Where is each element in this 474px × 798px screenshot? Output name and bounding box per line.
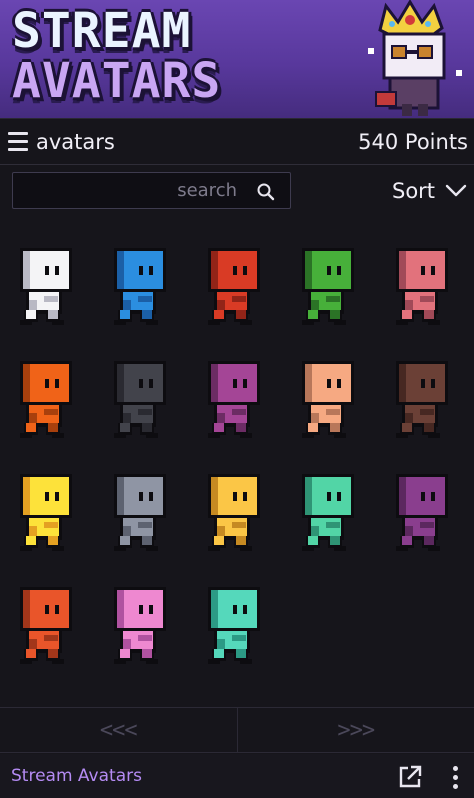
avatar-tile[interactable] — [200, 472, 274, 562]
hamburger-icon[interactable] — [2, 118, 34, 165]
chevron-down-icon — [445, 184, 467, 197]
avatar-sprite — [302, 474, 354, 551]
avatar-tile[interactable] — [12, 472, 86, 562]
avatar-sprite — [396, 474, 448, 551]
app-banner: STREAM AVATARS — [0, 0, 474, 118]
search-icon[interactable] — [256, 182, 276, 202]
points-balance: 540 Points — [358, 129, 468, 154]
avatar-tile[interactable] — [388, 246, 462, 336]
avatar-sprite — [114, 587, 166, 664]
avatar-sprite — [302, 248, 354, 325]
avatar-sprite — [20, 361, 72, 438]
avatar-sprite — [20, 587, 72, 664]
avatar-tile[interactable] — [106, 472, 180, 562]
avatar-sprite — [208, 474, 260, 551]
prev-page-button[interactable]: <<< — [0, 708, 237, 752]
avatar-tile[interactable] — [12, 585, 86, 675]
avatar-sprite — [302, 361, 354, 438]
next-page-button[interactable]: >>> — [236, 708, 474, 752]
avatar-sprite — [396, 248, 448, 325]
avatar-tile[interactable] — [388, 472, 462, 562]
kebab-menu-icon[interactable] — [446, 763, 464, 791]
pagination: <<< >>> — [0, 707, 474, 753]
avatar-tile[interactable] — [106, 585, 180, 675]
avatar-sprite — [208, 361, 260, 438]
avatar-tile[interactable] — [200, 585, 274, 675]
popout-icon[interactable] — [397, 764, 423, 790]
footer-title: Stream Avatars — [11, 766, 142, 786]
avatar-tile[interactable] — [106, 246, 180, 336]
avatar-sprite — [20, 248, 72, 325]
page-title: avatars — [36, 129, 115, 154]
avatar-tile[interactable] — [12, 359, 86, 449]
top-bar: avatars 540 Points — [0, 118, 474, 165]
avatar-tile[interactable] — [12, 246, 86, 336]
avatar-tile[interactable] — [294, 246, 368, 336]
stream-avatars-logo: STREAM AVATARS — [12, 6, 221, 106]
avatar-tile[interactable] — [294, 472, 368, 562]
avatar-sprite — [208, 248, 260, 325]
search-input[interactable] — [13, 173, 241, 208]
king-mascot-image — [368, 0, 462, 116]
avatar-sprite — [208, 587, 260, 664]
sort-button[interactable]: Sort — [392, 176, 467, 206]
logo-line-2: AVATARS — [12, 53, 222, 109]
avatar-sprite — [396, 361, 448, 438]
avatar-tile[interactable] — [388, 359, 462, 449]
search-box — [12, 172, 291, 209]
avatar-grid — [0, 216, 474, 706]
footer-bar: Stream Avatars — [0, 754, 474, 798]
avatar-sprite — [114, 361, 166, 438]
avatar-sprite — [20, 474, 72, 551]
search-sort-row: Sort — [0, 166, 474, 216]
avatar-sprite — [114, 248, 166, 325]
avatar-tile[interactable] — [200, 359, 274, 449]
avatar-tile[interactable] — [106, 359, 180, 449]
sort-label: Sort — [392, 179, 436, 203]
logo-line-1: STREAM — [12, 3, 192, 59]
avatar-tile[interactable] — [200, 246, 274, 336]
avatar-tile[interactable] — [294, 359, 368, 449]
avatar-sprite — [114, 474, 166, 551]
